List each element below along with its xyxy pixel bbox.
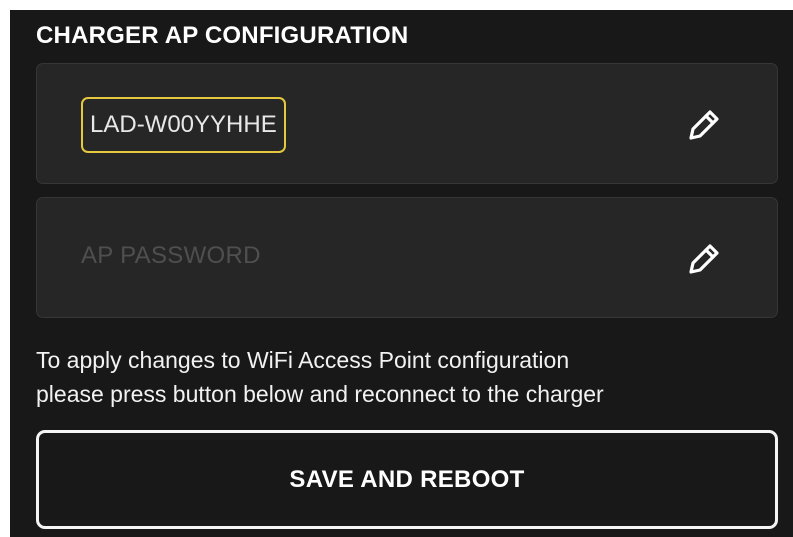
charger-ap-config-panel: CHARGER AP CONFIGURATION LAD-W00YYHHE AP…: [10, 10, 793, 537]
help-text-line-1: To apply changes to WiFi Access Point co…: [36, 347, 570, 373]
edit-ssid-button[interactable]: [681, 102, 727, 148]
help-text: To apply changes to WiFi Access Point co…: [36, 343, 776, 411]
password-field-card: AP PASSWORD: [36, 197, 778, 318]
pencil-icon: [689, 244, 719, 274]
password-input[interactable]: AP PASSWORD: [81, 242, 261, 270]
ssid-field-card: LAD-W00YYHHE: [36, 63, 778, 184]
edit-password-button[interactable]: [681, 236, 727, 282]
pencil-icon: [689, 110, 719, 140]
section-title: CHARGER AP CONFIGURATION: [36, 22, 409, 49]
ssid-value[interactable]: LAD-W00YYHHE: [81, 97, 286, 153]
save-and-reboot-button[interactable]: SAVE AND REBOOT: [36, 430, 778, 529]
help-text-line-2: please press button below and reconnect …: [36, 381, 604, 407]
